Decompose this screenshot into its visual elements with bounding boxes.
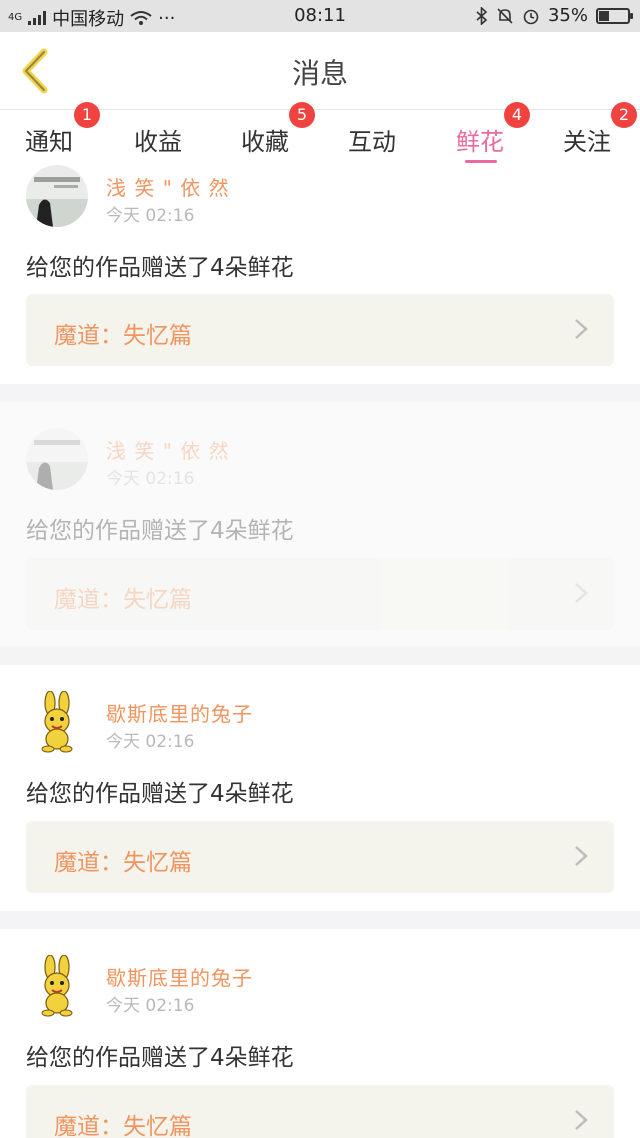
alarm-icon [523, 9, 539, 24]
battery-icon [596, 7, 633, 24]
work-link[interactable]: 魔道：失忆篇 [26, 821, 614, 893]
message-card-faded[interactable]: 浅 笑 " 依 然 今天 02:16 给您的作品赠送了4朵鲜花 魔道：失忆篇 [0, 402, 640, 646]
tab-flowers[interactable]: 鲜花 [456, 122, 504, 157]
tab-notice[interactable]: 通知 [25, 122, 73, 157]
follow-badge: 2 [611, 102, 637, 128]
header: 消息 [0, 32, 640, 110]
message-card[interactable]: 歇斯底里的兔子 今天 02:16 给您的作品赠送了4朵鲜花 魔道：失忆篇 [0, 929, 640, 1138]
message-text: 给您的作品赠送了4朵鲜花 [26, 781, 294, 807]
tab-interaction[interactable]: 互动 [348, 122, 396, 157]
tab-follow[interactable]: 关注 [563, 122, 611, 157]
message-time: 今天 02:16 [106, 996, 195, 1016]
work-title: 魔道：失忆篇 [54, 850, 192, 876]
mute-bell-icon [497, 7, 513, 24]
work-link[interactable]: 魔道：失忆篇 [26, 294, 614, 366]
favorites-badge: 5 [289, 102, 315, 128]
message-time: 今天 02:16 [106, 206, 195, 226]
chevron-right-icon [575, 846, 588, 866]
message-text: 给您的作品赠送了4朵鲜花 [26, 1045, 294, 1071]
sender-name[interactable]: 浅 笑 " 依 然 [106, 172, 230, 201]
sender-name[interactable]: 歇斯底里的兔子 [106, 962, 253, 991]
message-card[interactable]: 歇斯底里的兔子 今天 02:16 给您的作品赠送了4朵鲜花 魔道：失忆篇 [0, 665, 640, 911]
work-title: 魔道：失忆篇 [54, 1114, 192, 1138]
message-text: 给您的作品赠送了4朵鲜花 [26, 255, 294, 281]
chevron-right-icon [575, 319, 588, 339]
work-title: 魔道：失忆篇 [54, 323, 192, 349]
avatar[interactable] [26, 428, 88, 490]
sender-name[interactable]: 歇斯底里的兔子 [106, 698, 253, 727]
page-title: 消息 [291, 57, 348, 90]
message-time: 今天 02:16 [106, 469, 195, 489]
work-link[interactable]: 魔道：失忆篇 [26, 558, 614, 630]
status-bar: 4G 中国移动 ··· 08:11 35% [0, 0, 640, 32]
work-link[interactable]: 魔道：失忆篇 [26, 1085, 614, 1138]
message-time: 今天 02:16 [106, 732, 195, 752]
tab-favorites[interactable]: 收藏 [241, 122, 289, 157]
message-text: 给您的作品赠送了4朵鲜花 [26, 518, 294, 544]
notice-badge: 1 [74, 102, 100, 128]
avatar[interactable] [26, 691, 88, 753]
avatar[interactable] [26, 165, 88, 227]
battery-percent: 35% [547, 5, 588, 26]
chevron-right-icon [575, 1110, 588, 1130]
avatar[interactable] [26, 955, 88, 1017]
sender-name[interactable]: 浅 笑 " 依 然 [106, 435, 230, 464]
work-title: 魔道：失忆篇 [54, 587, 192, 613]
active-tab-indicator [465, 160, 497, 163]
bluetooth-icon [476, 6, 488, 25]
chevron-right-icon [575, 583, 588, 603]
message-card[interactable]: 浅 笑 " 依 然 今天 02:16 给您的作品赠送了4朵鲜花 魔道：失忆篇 [0, 165, 640, 384]
tab-earnings[interactable]: 收益 [134, 122, 182, 157]
flowers-badge: 4 [504, 102, 530, 128]
